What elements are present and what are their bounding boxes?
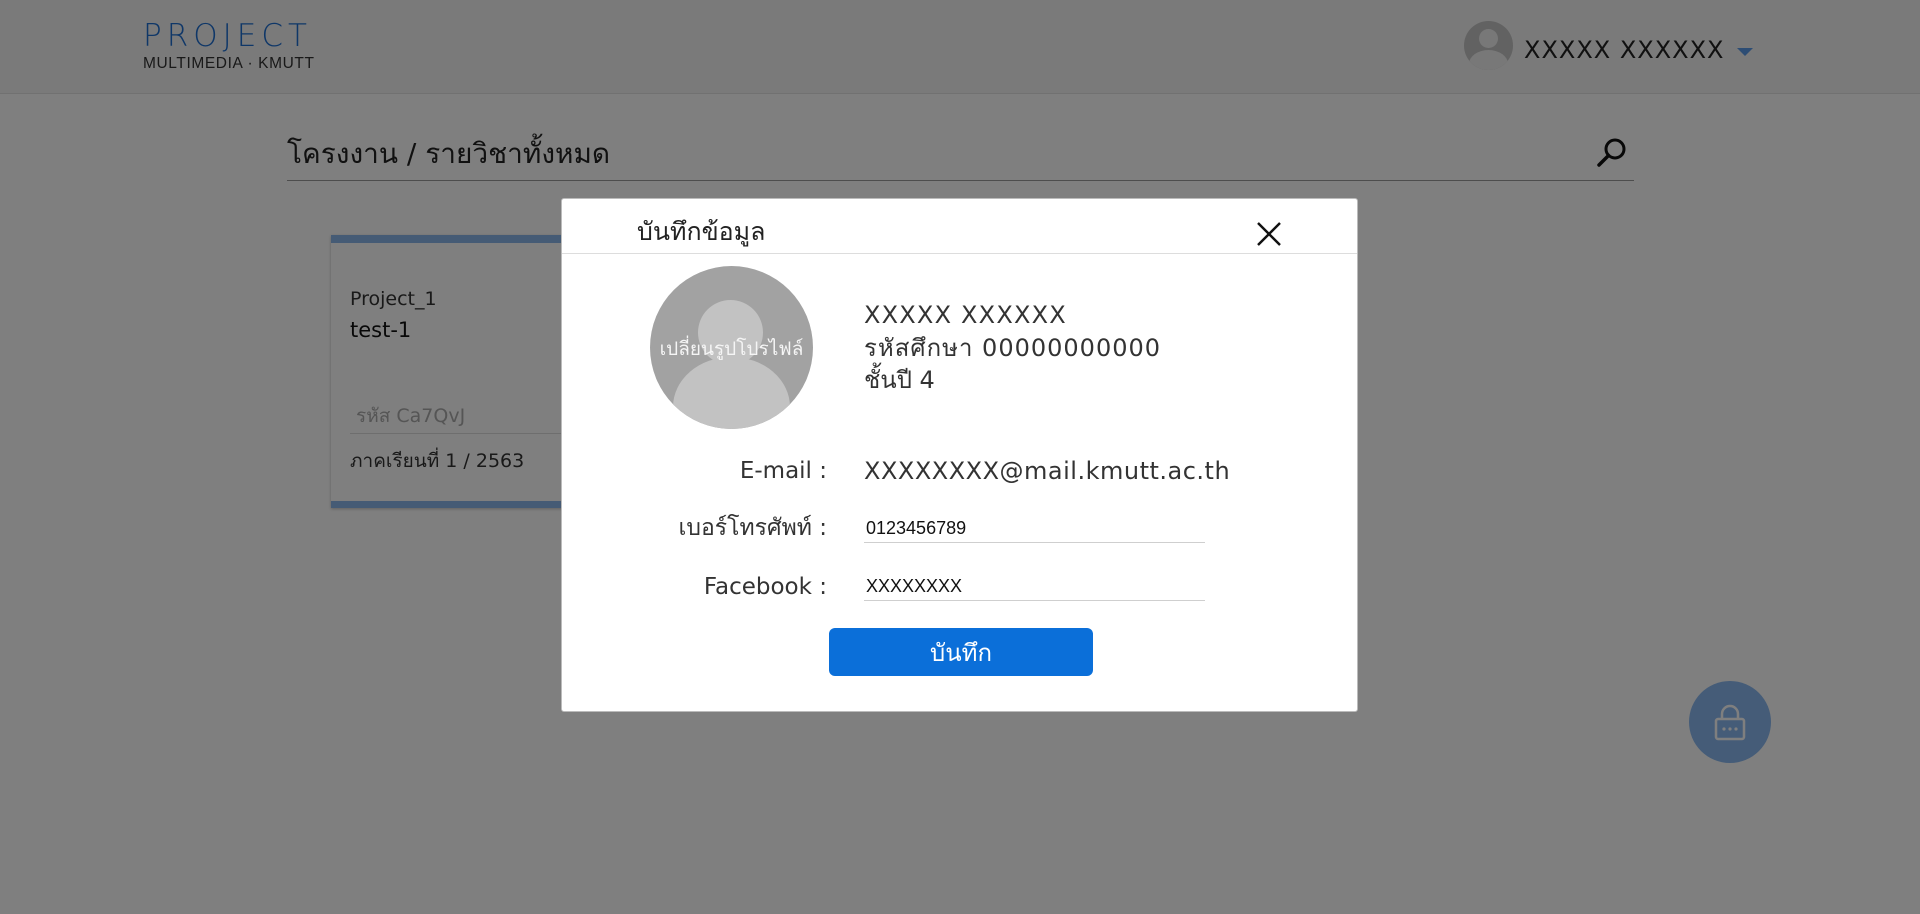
email-value: XXXXXXXX@mail.kmutt.ac.th (864, 457, 1231, 485)
save-profile-dialog: บันทึกข้อมูล เปลี่ยนรูปโปรไฟล์ XXXXX XXX… (561, 198, 1358, 712)
dialog-header-divider (562, 253, 1357, 254)
dialog-title: บันทึกข้อมูล (637, 217, 766, 246)
student-name: XXXXX XXXXXX (864, 301, 1067, 329)
phone-label: เบอร์โทรศัพท์ : (678, 515, 827, 541)
email-label: E-mail : (739, 458, 827, 484)
save-button[interactable]: บันทึก (829, 628, 1093, 676)
student-id: รหัสศึกษา 00000000000 (864, 334, 1162, 362)
phone-input[interactable] (864, 515, 1205, 543)
close-icon[interactable] (1254, 219, 1284, 249)
change-photo-label: เปลี่ยนรูปโปรไฟล์ (659, 338, 804, 360)
profile-photo[interactable]: เปลี่ยนรูปโปรไฟล์ (650, 266, 813, 429)
student-year: ชั้นปี 4 (864, 366, 935, 394)
facebook-label: Facebook : (703, 574, 827, 600)
facebook-input[interactable] (864, 573, 1205, 601)
